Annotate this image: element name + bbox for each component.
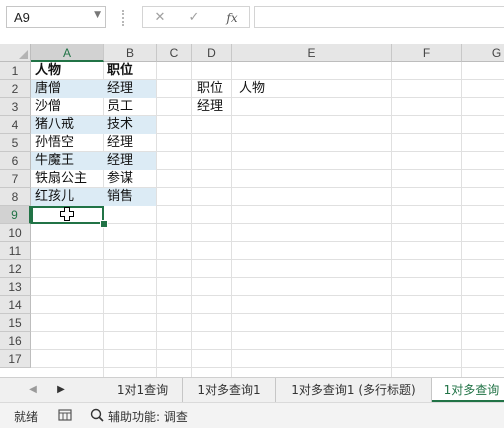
cell-a8[interactable]: 红孩儿 — [35, 188, 74, 206]
prev-sheet-icon[interactable]: ◀ — [26, 382, 40, 398]
macro-recorder-icon[interactable] — [58, 408, 72, 422]
cell-d2[interactable]: 职位 — [197, 80, 223, 98]
formula-input[interactable] — [254, 6, 504, 28]
column-header-c[interactable]: C — [157, 44, 192, 62]
name-box[interactable]: A9 ▼ — [6, 6, 106, 28]
cell-a7[interactable]: 铁扇公主 — [35, 170, 87, 188]
column-header-d[interactable]: D — [192, 44, 232, 62]
sheet-tab-3[interactable]: 1对多查询1 (多行标题) — [276, 378, 432, 402]
cell-a6[interactable]: 牛魔王 — [35, 152, 74, 170]
status-bar: 就绪 辅助功能: 调查 — [0, 402, 504, 428]
cell-a2[interactable]: 唐僧 — [35, 80, 61, 98]
next-sheet-icon[interactable]: ▶ — [54, 382, 68, 398]
row-header-9[interactable]: 9 — [0, 206, 31, 224]
close-icon[interactable]: ✕ — [149, 9, 171, 27]
row-header-12[interactable]: 12 — [0, 260, 31, 278]
chevron-down-icon[interactable]: ▼ — [94, 10, 101, 20]
cell-b3[interactable]: 员工 — [107, 98, 133, 116]
sheet-tab-bar: ◀ ▶ 1对1查询 1对多查询1 1对多查询1 (多行标题) 1对多查询 — [0, 377, 504, 402]
row-header-5[interactable]: 5 — [0, 134, 31, 152]
cell-b2[interactable]: 经理 — [107, 80, 133, 98]
cell-b8[interactable]: 销售 — [107, 188, 133, 206]
column-header-f[interactable]: F — [392, 44, 462, 62]
row-header-17[interactable]: 17 — [0, 350, 31, 368]
status-mode: 就绪 — [14, 410, 39, 424]
row-header-15[interactable]: 15 — [0, 314, 31, 332]
cell-e2[interactable]: 人物 — [239, 80, 265, 98]
cell-b5[interactable]: 经理 — [107, 134, 133, 152]
name-box-value: A9 — [14, 10, 30, 25]
sheet-tab-1[interactable]: 1对1查询 — [103, 378, 183, 402]
cell-a1[interactable]: 人物 — [35, 62, 61, 80]
row-header-3[interactable]: 3 — [0, 98, 31, 116]
row-header-13[interactable]: 13 — [0, 278, 31, 296]
check-icon[interactable]: ✓ — [183, 9, 205, 27]
insert-function-button[interactable]: fx — [221, 9, 243, 27]
column-header-e[interactable]: E — [232, 44, 392, 62]
column-header-g[interactable]: G — [462, 44, 504, 62]
row-header-7[interactable]: 7 — [0, 170, 31, 188]
column-header-a[interactable]: A — [31, 44, 104, 62]
cell-d3[interactable]: 经理 — [197, 98, 223, 116]
row-header-1[interactable]: 1 — [0, 62, 31, 80]
row-header-2[interactable]: 2 — [0, 80, 31, 98]
cell-b7[interactable]: 参谋 — [107, 170, 133, 188]
sheet-tab-4[interactable]: 1对多查询 — [432, 378, 504, 402]
row-header-10[interactable]: 10 — [0, 224, 31, 242]
fill-handle[interactable] — [100, 220, 108, 228]
accessibility-icon[interactable] — [90, 408, 104, 422]
cell-a3[interactable]: 沙僧 — [35, 98, 61, 116]
formula-bar-grip[interactable] — [122, 10, 126, 26]
sheet-tab-2[interactable]: 1对多查询1 — [183, 378, 276, 402]
column-header-b[interactable]: B — [104, 44, 157, 62]
cell-b1[interactable]: 职位 — [107, 62, 133, 80]
cell-b6[interactable]: 经理 — [107, 152, 133, 170]
select-all-button[interactable] — [0, 44, 31, 62]
cell-cursor-icon — [60, 207, 74, 221]
row-header-8[interactable]: 8 — [0, 188, 31, 206]
row-header-14[interactable]: 14 — [0, 296, 31, 314]
spreadsheet-grid: ABCDEFG 1 2 3 4 5 6 7 8 9 10 11 12 13 14 15 16 17 人物 唐僧 … — [0, 44, 504, 377]
row-header-4[interactable]: 4 — [0, 116, 31, 134]
accessibility-status[interactable]: 辅助功能: 调查 — [108, 408, 188, 425]
formula-bar: A9 ▼ ✕ ✓ fx — [0, 0, 504, 36]
cell-b4[interactable]: 技术 — [107, 116, 133, 134]
cell-a4[interactable]: 猪八戒 — [35, 116, 74, 134]
row-header-16[interactable]: 16 — [0, 332, 31, 350]
row-header-6[interactable]: 6 — [0, 152, 31, 170]
cell-a5[interactable]: 孙悟空 — [35, 134, 74, 152]
formula-buttons: ✕ ✓ fx — [142, 6, 250, 28]
row-header-11[interactable]: 11 — [0, 242, 31, 260]
